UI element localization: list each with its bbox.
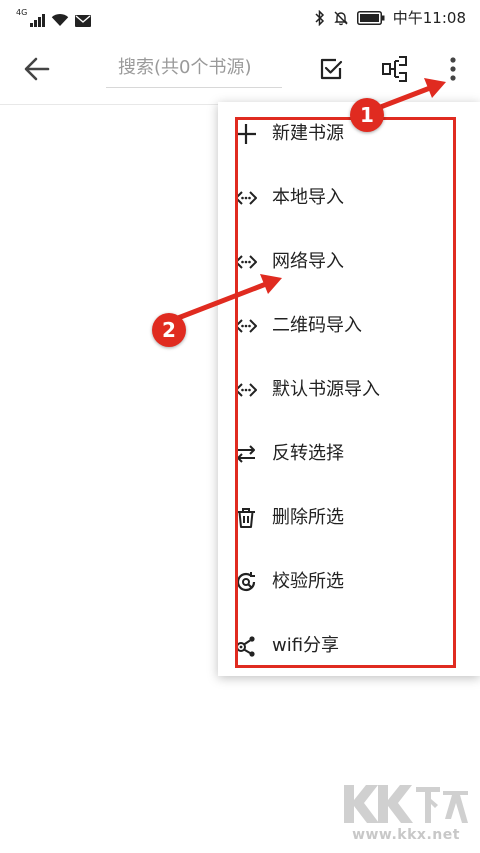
menu-item-delete-selected[interactable]: 删除所选 [218,486,480,550]
menu-item-label: 二维码导入 [272,315,362,336]
menu-item-default-import[interactable]: 默认书源导入 [218,358,480,422]
menu-item-qrcode-import[interactable]: 二维码导入 [218,294,480,358]
code-arrows-icon [235,319,257,333]
menu-item-label: 默认书源导入 [272,379,380,400]
overflow-menu: 新建书源 本地导入 网络导入 二维码导入 默认书源导入 反转选择 删除所选 校验… [218,102,480,676]
plus-icon [236,124,256,144]
trash-icon [237,508,255,528]
check-refresh-icon [236,572,256,592]
bluetooth-icon [315,9,324,26]
search-input[interactable]: 搜索(共0个书源) [106,48,282,88]
mute-bell-icon [334,10,348,25]
signal-icon [30,13,45,27]
mail-icon [74,15,91,27]
battery-icon [356,10,385,25]
menu-item-network-import[interactable]: 网络导入 [218,230,480,294]
share-nodes-icon [236,636,255,657]
menu-item-label: 本地导入 [272,187,344,208]
menu-item-label: wifi分享 [272,635,340,656]
menu-item-invert-selection[interactable]: 反转选择 [218,422,480,486]
code-arrows-icon [235,383,257,397]
step-1-badge: 1 [350,98,384,132]
status-left: 4G [16,7,91,27]
menu-item-wifi-share[interactable]: wifi分享 [218,614,480,678]
menu-item-local-import[interactable]: 本地导入 [218,166,480,230]
swap-arrows-icon [237,445,255,463]
clock: 中午11:08 [392,9,466,27]
code-arrows-icon [235,255,257,269]
code-arrows-icon [235,191,257,205]
menu-item-label: 反转选择 [272,443,344,464]
menu-item-label: 新建书源 [272,123,344,144]
back-arrow-icon[interactable] [20,54,54,84]
select-all-checkbox-icon[interactable] [316,54,346,84]
watermark-url: www.kkx.net [352,827,460,843]
status-bar: 4G 中午11:08 [0,0,480,34]
status-right: 中午11:08 [315,7,466,28]
menu-item-label: 校验所选 [272,571,344,592]
menu-item-label: 网络导入 [272,251,344,272]
group-tree-icon[interactable] [380,54,410,84]
app-toolbar: 搜索(共0个书源) [0,34,480,104]
menu-item-label: 删除所选 [272,507,344,528]
menu-item-check-selected[interactable]: 校验所选 [218,550,480,614]
wifi-icon [51,13,68,26]
more-vert-icon[interactable] [438,54,468,84]
network-type: 4G [16,8,28,17]
menu-item-new-source[interactable]: 新建书源 [218,102,480,166]
step-2-badge: 2 [152,313,186,347]
site-watermark: www.kkx.net [342,781,470,847]
kk-download-logo [344,785,468,823]
